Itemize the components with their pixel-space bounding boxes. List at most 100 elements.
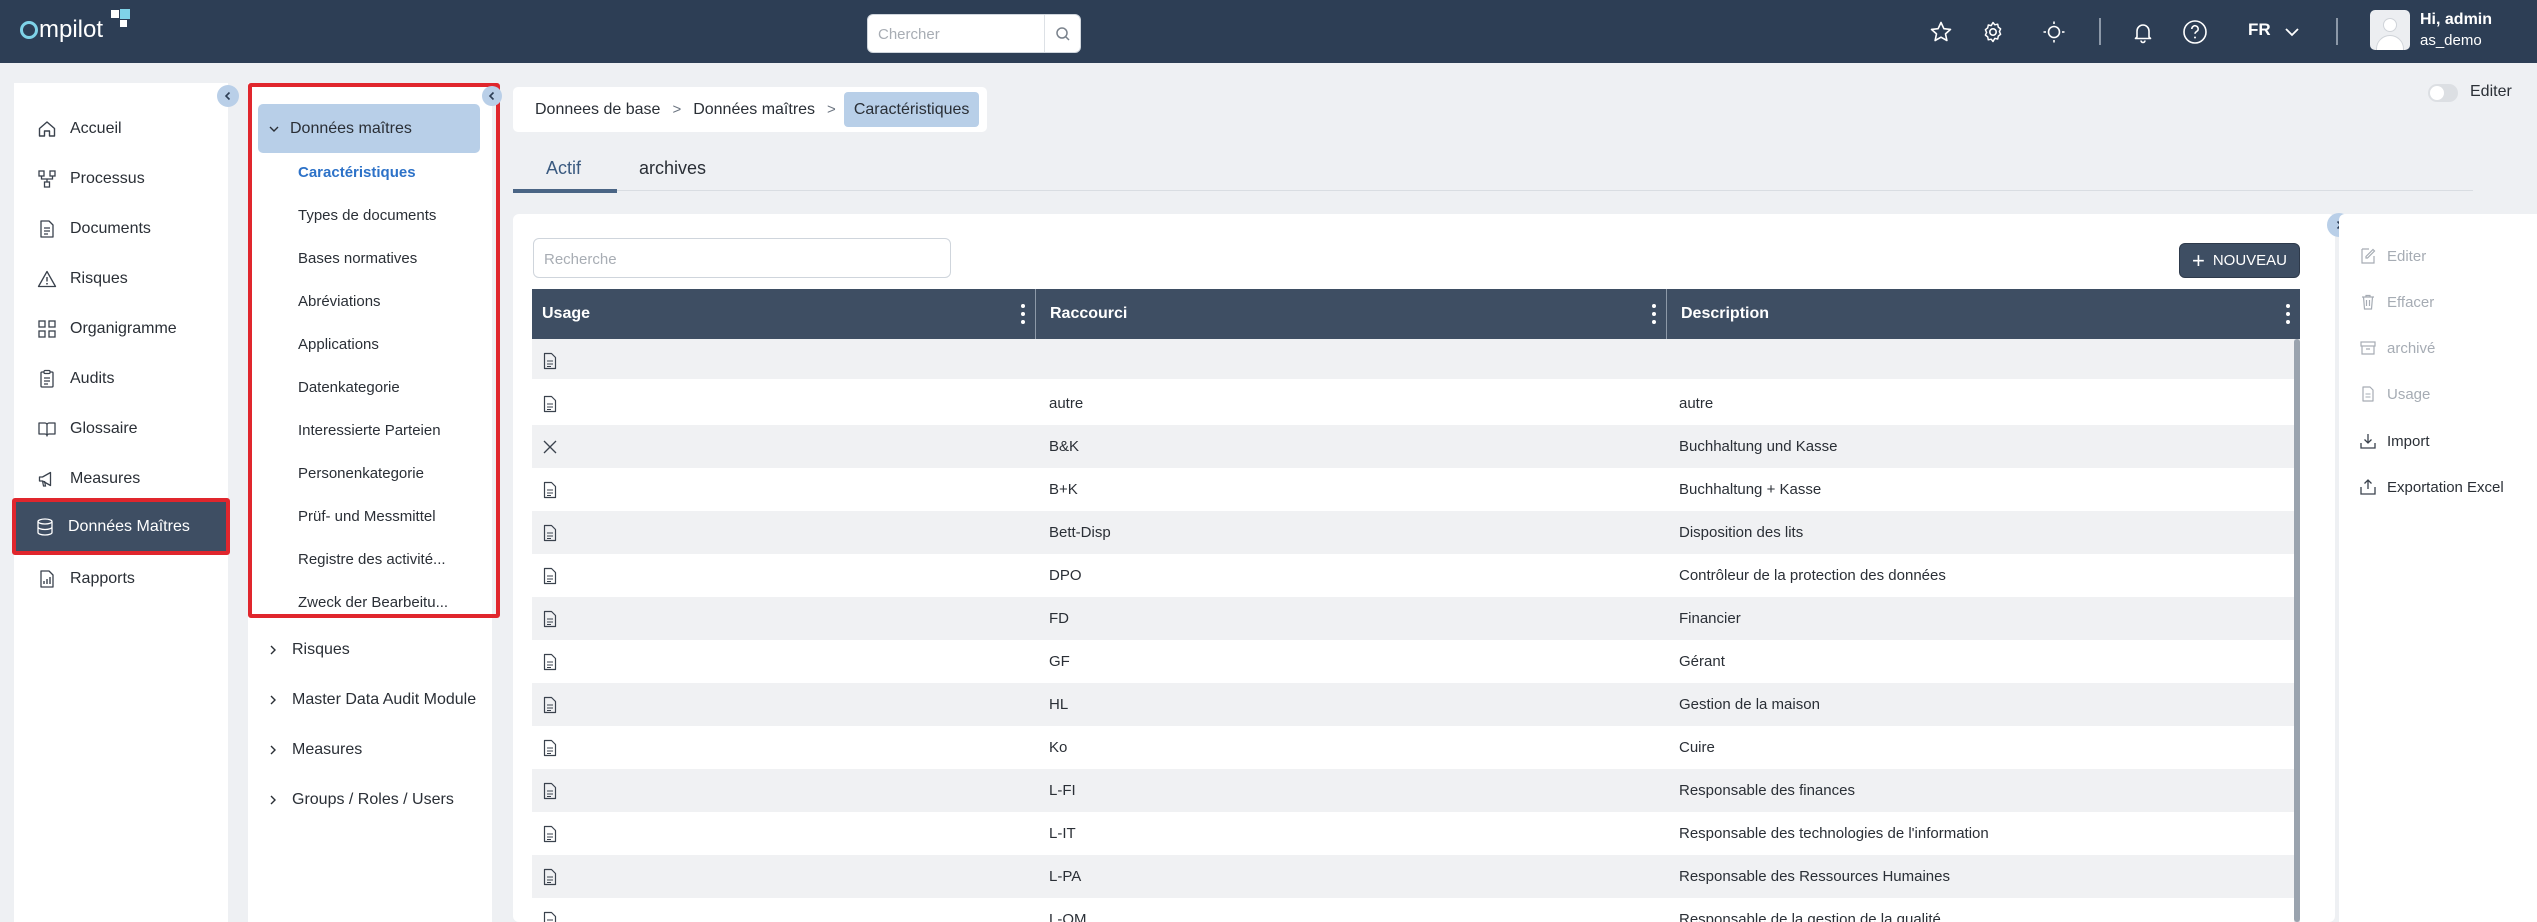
file-icon[interactable] [542, 855, 562, 898]
cell-shortcut: HL [1049, 696, 1069, 713]
action-edit[interactable]: Editer [2357, 245, 2426, 267]
file-icon[interactable] [542, 726, 562, 769]
subnav-item-types-de-documents[interactable]: Types de documents [298, 207, 436, 224]
subnav-item-applications[interactable]: Applications [298, 336, 379, 353]
subnav-item-interessierte-parteien[interactable]: Interessierte Parteien [298, 422, 441, 439]
subnav-group-groups-roles-users[interactable]: Groups / Roles / Users [268, 791, 454, 809]
clipboard-icon [36, 368, 58, 390]
file-icon[interactable] [542, 898, 562, 922]
master-data-subnav: Données maîtres Caractéristiques Types d… [248, 83, 500, 922]
close-icon[interactable] [542, 425, 562, 468]
action-import[interactable]: Import [2357, 430, 2430, 452]
file-icon[interactable] [542, 597, 562, 640]
breadcrumb-item[interactable]: Données maîtres [681, 101, 827, 119]
action-usage[interactable]: Usage [2357, 383, 2430, 405]
table-row[interactable]: L-IT Responsable des technologies de l'in… [532, 812, 2294, 855]
table-row[interactable]: Bett-Disp Disposition des lits [532, 511, 2294, 554]
file-icon[interactable] [542, 382, 562, 425]
table-row[interactable]: HL Gestion de la maison [532, 683, 2294, 726]
new-button[interactable]: + NOUVEAU [2179, 243, 2300, 278]
search-icon[interactable] [1044, 15, 1080, 52]
subnav-item-zweck-der-bearbeitung[interactable]: Zweck der Bearbeitu... [298, 594, 448, 611]
subnav-item-abreviations[interactable]: Abréviations [298, 293, 381, 310]
subnav-item-bases-normatives[interactable]: Bases normatives [298, 250, 417, 267]
file-icon[interactable] [542, 769, 562, 812]
table-row[interactable]: FD Financier [532, 597, 2294, 640]
subnav-group-master-data-audit-module[interactable]: Master Data Audit Module [268, 691, 476, 709]
avatar[interactable] [2370, 10, 2410, 50]
tab-archives[interactable]: archives [639, 158, 706, 179]
column-header-description[interactable]: Description [1667, 289, 2300, 339]
column-header-usage[interactable]: Usage [532, 289, 1036, 339]
table-row[interactable]: Ko Cuire [532, 726, 2294, 769]
file-icon[interactable] [542, 511, 562, 554]
tab-actif[interactable]: Actif [546, 158, 581, 179]
action-archive[interactable]: archivé [2357, 337, 2435, 359]
breadcrumb-item[interactable]: Donnees de base [513, 101, 672, 119]
column-header-raccourci[interactable]: Raccourci [1036, 289, 1667, 339]
language-selector[interactable]: FR [2248, 20, 2271, 40]
gear-icon[interactable] [1979, 18, 2007, 46]
column-menu-icon[interactable] [1021, 304, 1025, 324]
edit-mode-toggle[interactable] [2428, 84, 2458, 102]
subnav-item-registre-des-activites[interactable]: Registre des activité... [298, 551, 446, 568]
file-icon[interactable] [542, 640, 562, 683]
cell-description: Buchhaltung und Kasse [1679, 438, 1838, 455]
file-icon[interactable] [542, 554, 562, 597]
collapse-subnav-button[interactable] [482, 86, 502, 106]
table-row[interactable]: DPO Contrôleur de la protection des donné… [532, 554, 2294, 597]
table-row[interactable] [532, 339, 2294, 379]
chevron-left-icon [488, 91, 495, 101]
sidebar-item-audits[interactable]: Audits [14, 355, 228, 403]
global-search-input[interactable] [878, 24, 1038, 44]
bell-icon[interactable] [2129, 18, 2157, 46]
sidebar-item-measures[interactable]: Measures [14, 455, 228, 503]
sidebar-item-documents[interactable]: Documents [14, 205, 228, 253]
app-logo[interactable]: mpilot [20, 9, 130, 50]
cell-description: Financier [1679, 610, 1741, 627]
column-menu-icon[interactable] [1652, 304, 1656, 324]
sidebar-item-organigramme[interactable]: Organigramme [14, 305, 228, 353]
sidebar-item-risques[interactable]: Risques [14, 255, 228, 303]
chevron-down-icon[interactable] [2278, 18, 2306, 46]
table-row[interactable]: L-FI Responsable des finances [532, 769, 2294, 812]
file-icon[interactable] [542, 683, 562, 726]
cell-shortcut: FD [1049, 610, 1069, 627]
sidebar-item-accueil[interactable]: Accueil [14, 105, 228, 153]
chevron-right-icon [268, 744, 282, 756]
sidebar-item-rapports[interactable]: Rapports [14, 555, 228, 603]
subnav-group-risques[interactable]: Risques [268, 641, 350, 659]
column-menu-icon[interactable] [2286, 304, 2290, 324]
subnav-group-measures[interactable]: Measures [268, 741, 362, 759]
table-row[interactable]: B&K Buchhaltung und Kasse [532, 425, 2294, 468]
table-row[interactable]: GF Gérant [532, 640, 2294, 683]
chevron-right-icon [268, 644, 282, 656]
subnav-item-pruf-und-messmittel[interactable]: Prüf- und Messmittel [298, 508, 436, 525]
new-button-label: NOUVEAU [2212, 252, 2288, 269]
star-icon[interactable] [1927, 18, 1955, 46]
subnav-item-datenkategorie[interactable]: Datenkategorie [298, 379, 400, 396]
user-greeting: Hi, admin [2420, 11, 2493, 28]
subnav-item-caracteristiques[interactable]: Caractéristiques [298, 164, 416, 181]
file-icon[interactable] [542, 812, 562, 855]
subnav-group-donnees-maitres[interactable]: Données maîtres [258, 104, 480, 153]
table-search-input[interactable] [544, 249, 924, 269]
file-icon[interactable] [542, 339, 562, 382]
sidebar-item-donnees-maitres[interactable]: Données Maîtres [12, 498, 230, 555]
help-icon[interactable] [2181, 18, 2209, 46]
collapse-sidebar-button[interactable] [217, 85, 239, 107]
sidebar-item-processus[interactable]: Processus [14, 155, 228, 203]
vertical-scrollbar[interactable] [2294, 339, 2300, 922]
table-row[interactable]: autre autre [532, 382, 2294, 425]
action-export-excel[interactable]: Exportation Excel [2357, 476, 2504, 498]
action-delete[interactable]: Effacer [2357, 291, 2434, 313]
database-icon [34, 516, 56, 538]
table-row[interactable]: B+K Buchhaltung + Kasse [532, 468, 2294, 511]
sun-icon[interactable] [2040, 18, 2068, 46]
subnav-item-personenkategorie[interactable]: Personenkategorie [298, 465, 424, 482]
sidebar-item-glossaire[interactable]: Glossaire [14, 405, 228, 453]
file-icon[interactable] [542, 468, 562, 511]
table-row[interactable]: L-QM Responsable de la gestion de la qual… [532, 898, 2294, 922]
table-row[interactable]: L-PA Responsable des Ressources Humaines [532, 855, 2294, 898]
user-info[interactable]: Hi, admin as_demo [2420, 9, 2492, 51]
